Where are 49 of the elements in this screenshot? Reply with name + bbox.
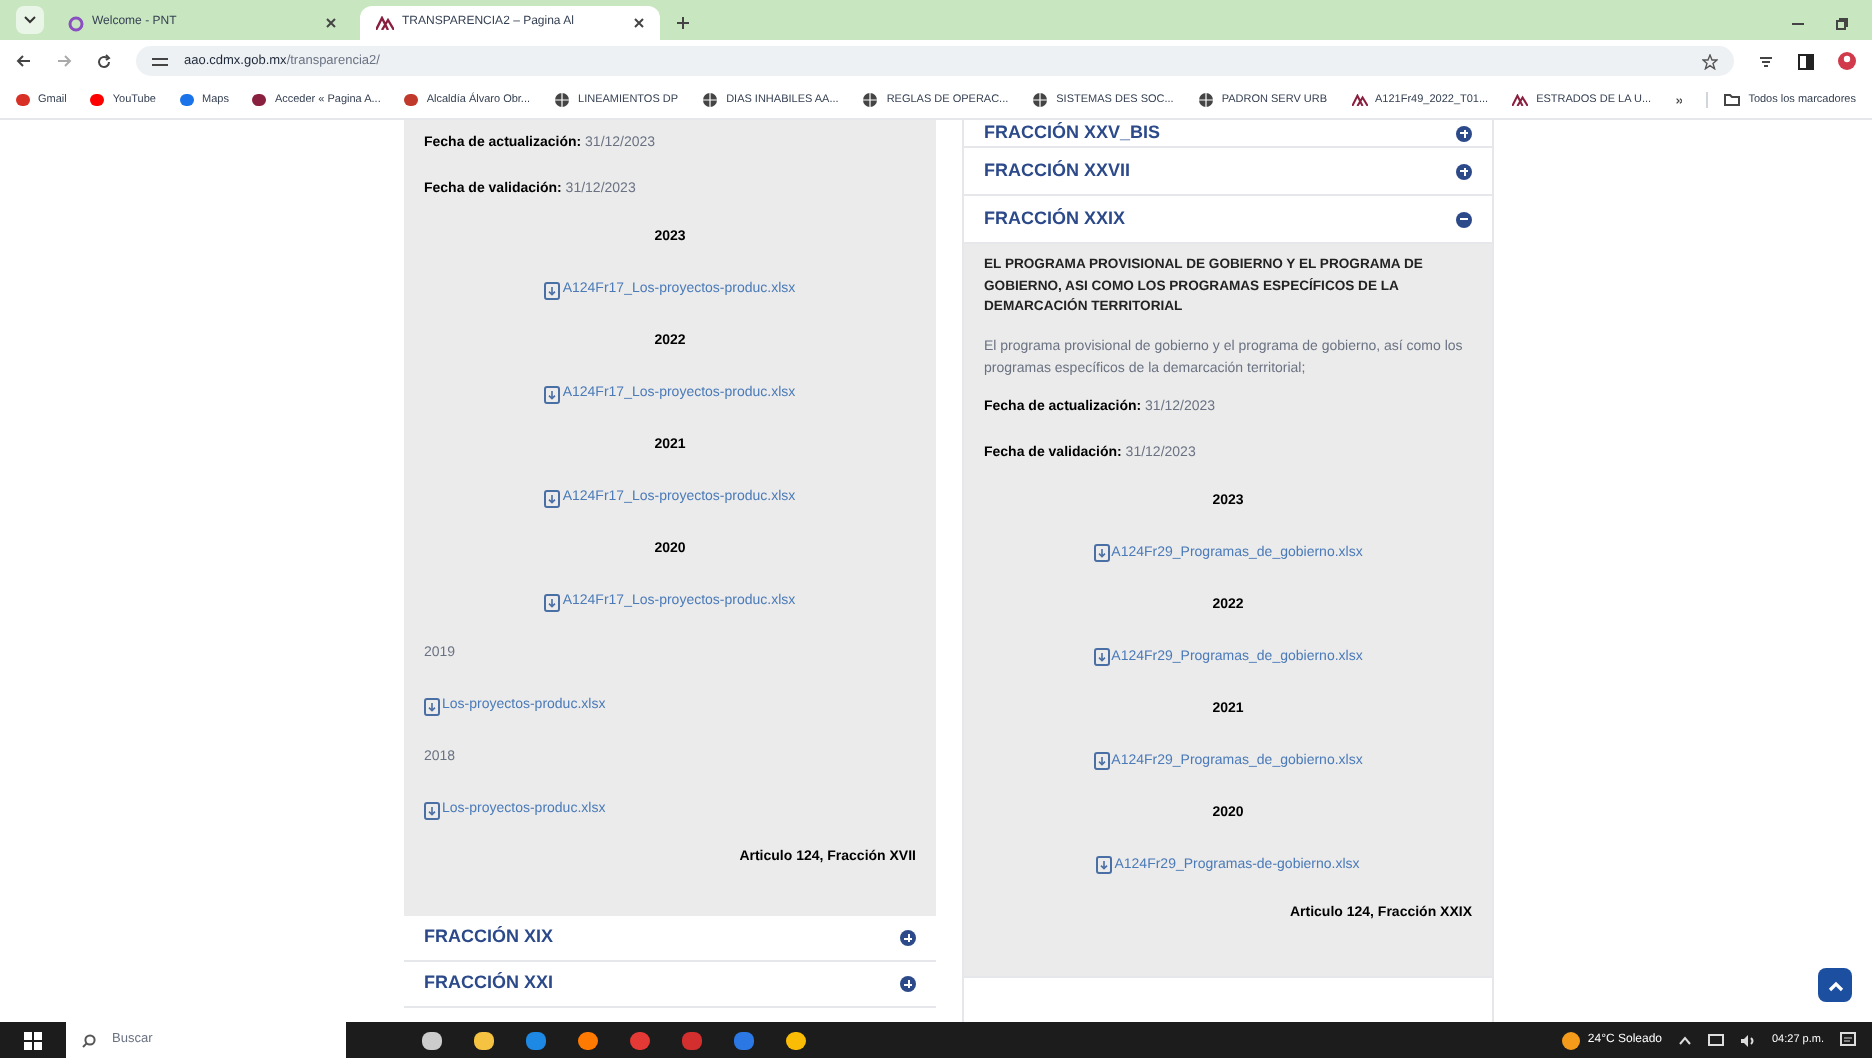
file-download-icon: [1093, 648, 1110, 667]
bookmark-icon: [180, 94, 194, 106]
file-download-icon: [1096, 856, 1113, 875]
file-download-icon: [544, 593, 561, 611]
close-icon[interactable]: [634, 18, 644, 28]
star-icon[interactable]: [1702, 53, 1718, 69]
chevron-up-icon[interactable]: [1678, 1035, 1692, 1045]
back-to-top-button[interactable]: [1818, 968, 1852, 1002]
bookmark-icon: [16, 94, 30, 106]
profile-avatar-icon[interactable]: [1838, 52, 1856, 70]
chevron-up-icon: [1827, 979, 1843, 991]
file-download-icon: [544, 281, 561, 299]
chevron-down-icon: [24, 16, 36, 24]
double-chevron-icon[interactable]: [1675, 95, 1683, 105]
file-download-icon: [544, 489, 561, 507]
accordion-header[interactable]: FRACCIÓN XXV_BIS: [964, 120, 1492, 148]
reload-icon[interactable]: [96, 53, 112, 69]
bookmark-icon: [404, 94, 419, 106]
bookmark-icon: [252, 94, 267, 106]
globe-icon: [702, 92, 719, 108]
site-settings-icon: [152, 55, 168, 67]
globe-icon: [1032, 92, 1049, 108]
file-download-icon: [1093, 752, 1110, 771]
globe-icon: [554, 92, 571, 108]
site-icon: [68, 15, 84, 31]
windows-logo-icon[interactable]: [24, 1031, 42, 1049]
sun-icon: [1561, 1031, 1580, 1049]
search-icon: [82, 1033, 96, 1047]
file-download-icon: [544, 385, 561, 403]
tab-list-button[interactable]: [16, 6, 44, 34]
file-download-icon: [1093, 544, 1110, 563]
minimize-icon[interactable]: [1792, 22, 1804, 26]
network-icon[interactable]: [1708, 1033, 1724, 1047]
file-download-icon: [424, 697, 440, 715]
plus-icon[interactable]: [676, 16, 690, 30]
file-download-icon: [424, 801, 440, 819]
site-icon: [1351, 94, 1367, 106]
globe-icon: [1197, 92, 1214, 108]
notification-icon[interactable]: [1840, 1032, 1856, 1048]
restore-icon[interactable]: [1836, 18, 1848, 30]
globe-icon: [862, 92, 879, 108]
side-panel-icon[interactable]: [1798, 53, 1814, 69]
back-arrow-icon[interactable]: [16, 54, 32, 68]
site-icon: [376, 16, 394, 30]
folder-icon: [1724, 94, 1741, 106]
bookmark-icon: [90, 94, 105, 106]
close-icon[interactable]: [326, 18, 336, 28]
site-icon: [1512, 94, 1529, 106]
speaker-icon[interactable]: [1740, 1033, 1756, 1047]
